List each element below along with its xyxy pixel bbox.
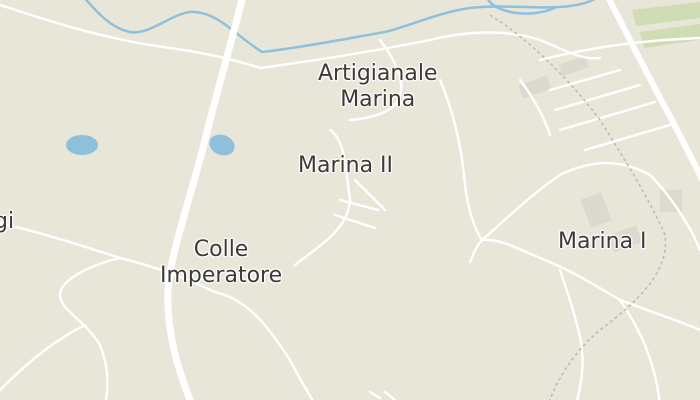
pond-west [66, 135, 98, 155]
place-label-colle-imperatore: Colle Imperatore [160, 237, 282, 289]
place-label-marina-i: Marina I [558, 229, 647, 255]
place-label-line: Colle [193, 237, 249, 262]
place-label-line: Artigianale [318, 61, 438, 86]
place-label-partial-left: gi [0, 209, 14, 235]
place-label-artigianale-marina: Artigianale Marina [318, 61, 437, 113]
place-label-marina-ii: Marina II [298, 153, 393, 179]
place-label-text: Marina II [298, 153, 394, 178]
place-label-line: Marina [340, 87, 416, 112]
place-label-line: Imperatore [160, 263, 283, 288]
map-canvas[interactable]: Artigianale Marina Marina II Marina I Co… [0, 0, 700, 400]
place-label-text: gi [0, 209, 15, 234]
map-base-layer [0, 0, 700, 400]
place-label-text: Marina I [558, 229, 647, 254]
